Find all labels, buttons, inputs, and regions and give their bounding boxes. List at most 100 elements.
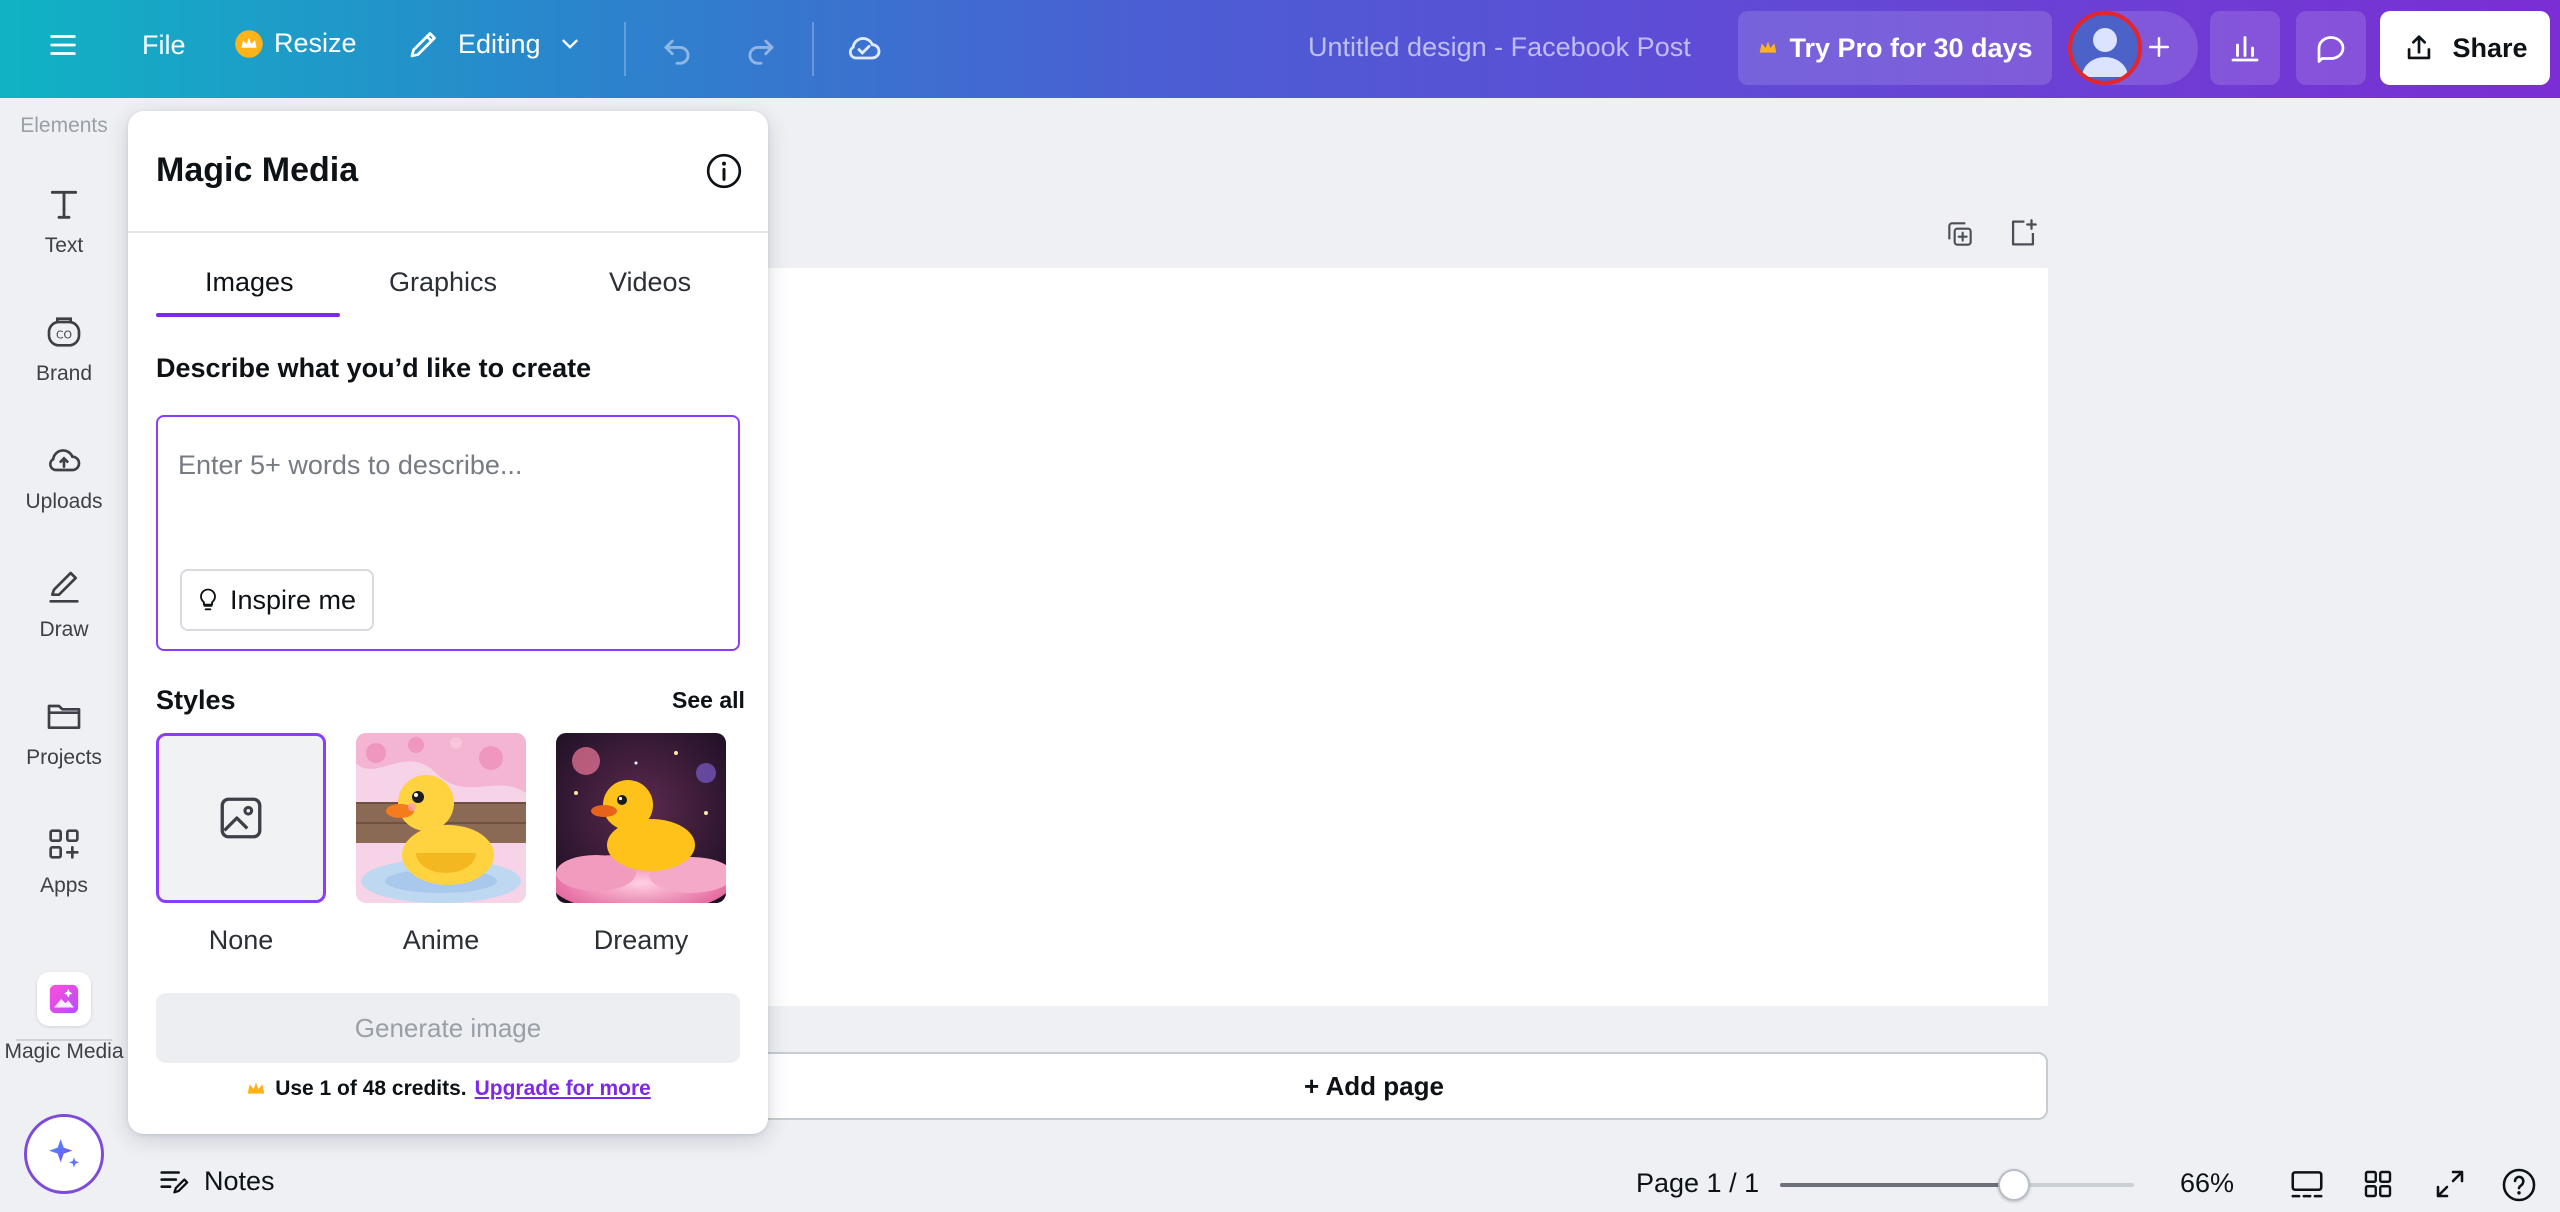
tab-images[interactable]: Images xyxy=(205,267,294,298)
pen-icon xyxy=(44,568,84,608)
folder-icon xyxy=(44,696,84,736)
style-option-none[interactable]: None xyxy=(156,733,326,956)
sidebar-item-magic-media[interactable]: Magic Media xyxy=(0,972,128,1064)
comments-button[interactable] xyxy=(2296,11,2366,85)
redo-icon[interactable] xyxy=(742,30,780,68)
notes-icon xyxy=(156,1164,190,1198)
resize-label: Resize xyxy=(274,28,357,58)
share-label: Share xyxy=(2452,32,2528,63)
toolbar-divider xyxy=(812,22,814,76)
style-option-anime[interactable]: Anime xyxy=(356,733,526,956)
magic-media-panel: Magic Media Images Graphics Videos Descr… xyxy=(128,111,768,1134)
undo-icon[interactable] xyxy=(658,30,696,68)
design-canvas-page[interactable] xyxy=(700,268,2048,1006)
credits-text: Use 1 of 48 credits. xyxy=(275,1077,467,1100)
sidebar-item-label: Draw xyxy=(39,618,89,641)
file-menu[interactable]: File xyxy=(142,30,186,61)
sidebar-item-label: Uploads xyxy=(25,490,103,513)
upgrade-link[interactable]: Upgrade for more xyxy=(475,1077,651,1101)
zoom-slider[interactable] xyxy=(1780,1183,2134,1187)
bar-chart-icon xyxy=(2227,30,2263,66)
notes-button[interactable]: Notes xyxy=(156,1164,275,1198)
dreamy-duck-image xyxy=(556,733,726,903)
prompt-box: Inspire me xyxy=(156,415,740,651)
style-thumbnail xyxy=(156,733,326,903)
inspire-me-label: Inspire me xyxy=(230,584,357,615)
hamburger-menu-icon[interactable] xyxy=(46,28,80,62)
sidebar-item-label: Brand xyxy=(35,362,93,385)
anime-duck-image xyxy=(356,733,526,903)
help-icon[interactable] xyxy=(2500,1166,2538,1204)
magic-assistant-button[interactable] xyxy=(24,1114,104,1194)
zoom-slider-thumb[interactable] xyxy=(1997,1169,2030,1201)
add-page-button[interactable]: + Add page xyxy=(700,1052,2048,1120)
page-indicator[interactable]: Page 1 / 1 xyxy=(1636,1168,1759,1199)
styles-label: Styles xyxy=(156,685,236,715)
grid-view-icon[interactable] xyxy=(2360,1166,2396,1202)
lightbulb-icon xyxy=(194,586,222,614)
tab-videos[interactable]: Videos xyxy=(609,267,691,298)
style-name: Anime xyxy=(402,925,480,955)
style-name: Dreamy xyxy=(593,925,689,955)
add-collaborator-icon[interactable] xyxy=(2144,28,2174,66)
magic-media-icon xyxy=(37,972,91,1026)
try-pro-label: Try Pro for 30 days xyxy=(1789,32,2033,63)
sidebar-item-elements[interactable]: Elements xyxy=(0,114,128,138)
credits-note: Use 1 of 48 credits. Upgrade for more xyxy=(128,1077,768,1101)
image-placeholder-icon xyxy=(216,793,266,843)
sidebar-item-apps[interactable]: Apps xyxy=(0,824,128,898)
zoom-level[interactable]: 66% xyxy=(2180,1168,2234,1199)
inspire-me-button[interactable]: Inspire me xyxy=(180,569,375,631)
text-icon xyxy=(44,184,84,224)
share-upload-icon xyxy=(2402,31,2436,65)
page-view-icon[interactable] xyxy=(2288,1166,2326,1204)
sidebar-item-text[interactable]: Text xyxy=(0,184,128,258)
panel-title: Magic Media xyxy=(156,151,359,189)
active-tab-indicator xyxy=(156,313,340,317)
share-button[interactable]: Share xyxy=(2380,11,2550,85)
prompt-input[interactable] xyxy=(178,435,718,495)
duplicate-page-icon[interactable] xyxy=(1944,218,1976,250)
sidebar-item-projects[interactable]: Projects xyxy=(0,696,128,770)
sidebar-item-draw[interactable]: Draw xyxy=(0,568,128,642)
add-page-icon[interactable] xyxy=(2006,216,2040,250)
left-sidebar: Elements Text CO Brand Uploads Draw Proj… xyxy=(0,98,128,1212)
brand-icon: CO xyxy=(44,312,84,352)
sidebar-item-label: Projects xyxy=(26,746,102,769)
document-title[interactable]: Untitled design - Facebook Post xyxy=(1308,32,1691,63)
see-all-link[interactable]: See all xyxy=(672,687,745,714)
style-name: None xyxy=(208,925,274,955)
editing-mode-dropdown[interactable]: Editing xyxy=(406,26,583,62)
tab-graphics[interactable]: Graphics xyxy=(389,267,497,298)
apps-icon xyxy=(44,824,84,864)
sparkle-icon xyxy=(44,1134,84,1174)
cloud-upload-icon xyxy=(44,440,84,480)
pencil-icon xyxy=(406,26,442,62)
sidebar-item-uploads[interactable]: Uploads xyxy=(0,440,128,514)
info-icon[interactable] xyxy=(704,151,744,191)
crown-icon xyxy=(1757,37,1779,59)
cloud-saved-icon[interactable] xyxy=(844,28,884,68)
avatar[interactable] xyxy=(2068,11,2142,85)
resize-button[interactable]: Resize xyxy=(234,28,357,59)
top-bar: File Resize Editing Untitled design - Fa… xyxy=(0,0,2560,98)
fullscreen-icon[interactable] xyxy=(2432,1166,2468,1202)
insights-button[interactable] xyxy=(2210,11,2280,85)
generate-image-button[interactable]: Generate image xyxy=(156,993,740,1063)
comment-icon xyxy=(2313,30,2349,66)
style-option-dreamy[interactable]: Dreamy xyxy=(556,733,726,956)
crown-icon xyxy=(245,1078,267,1100)
sidebar-item-label: Magic Media xyxy=(4,1040,124,1063)
sidebar-item-label: Elements xyxy=(20,114,108,137)
svg-text:CO: CO xyxy=(56,329,72,342)
chevron-down-icon xyxy=(557,31,583,57)
toolbar-divider xyxy=(624,22,626,76)
sidebar-item-label: Apps xyxy=(40,874,88,897)
editing-label: Editing xyxy=(458,28,541,59)
notes-label: Notes xyxy=(204,1165,275,1196)
try-pro-button[interactable]: Try Pro for 30 days xyxy=(1738,11,2052,85)
sidebar-item-brand[interactable]: CO Brand xyxy=(0,312,128,386)
crown-icon xyxy=(234,29,264,59)
sidebar-item-label: Text xyxy=(44,234,84,257)
zoom-slider-fill xyxy=(1780,1183,2014,1187)
